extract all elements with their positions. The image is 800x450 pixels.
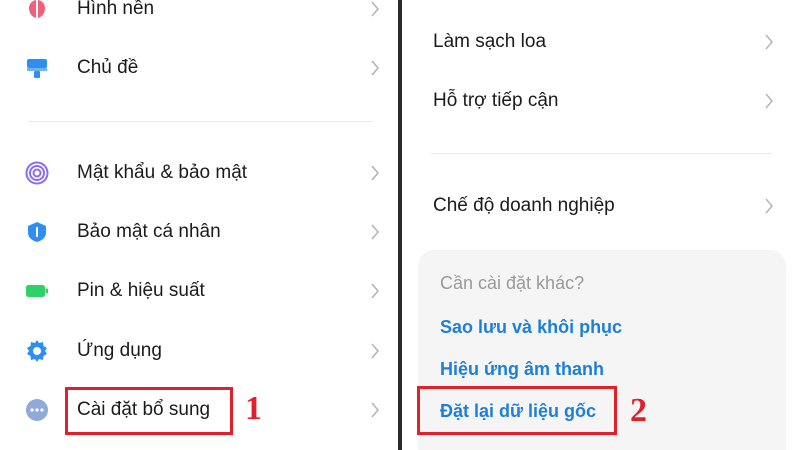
wallpaper-icon: [29, 0, 45, 18]
menu-item-apps[interactable]: Ứng dụng: [0, 323, 398, 379]
menu-item-battery[interactable]: Pin & hiệu suất: [0, 263, 398, 319]
menu-item-wallpaper[interactable]: Hình nền: [0, 0, 398, 37]
menu-item-label: Ứng dụng: [77, 340, 162, 361]
menu-item-label: Mật khẩu & bảo mật: [77, 162, 248, 183]
menu-item-label: Làm sạch loa: [433, 31, 547, 52]
section-divider: [28, 121, 373, 122]
chevron-right-icon: [371, 343, 380, 359]
menu-item-accessibility[interactable]: Hỗ trợ tiếp cận: [402, 73, 800, 129]
menu-item-password-security[interactable]: Mật khẩu & bảo mật: [0, 145, 398, 201]
chevron-right-icon: [765, 93, 774, 109]
highlight-box-step1: [65, 387, 233, 435]
theme-brush-icon: [27, 59, 47, 78]
chevron-right-icon: [765, 198, 774, 214]
battery-icon: [26, 285, 48, 297]
more-dots-icon: [26, 399, 48, 421]
sound-effects-link[interactable]: Hiệu ứng âm thanh: [440, 359, 604, 380]
menu-item-label: Hỗ trợ tiếp cận: [433, 90, 559, 111]
chevron-right-icon: [371, 402, 380, 418]
shield-icon: [28, 222, 46, 242]
chevron-right-icon: [371, 165, 380, 181]
menu-item-label: Chế độ doanh nghiệp: [433, 195, 615, 216]
chevron-right-icon: [765, 34, 774, 50]
menu-item-label: Bảo mật cá nhân: [77, 221, 221, 242]
menu-item-theme[interactable]: Chủ đề: [0, 40, 398, 96]
step-number-2: 2: [630, 392, 647, 429]
highlight-box-step2: [417, 386, 617, 435]
section-divider: [430, 153, 772, 154]
chevron-right-icon: [371, 283, 380, 299]
other-settings-title: Cần cài đặt khác?: [440, 273, 585, 293]
menu-item-enterprise-mode[interactable]: Chế độ doanh nghiệp: [402, 178, 800, 234]
chevron-right-icon: [371, 224, 380, 240]
menu-item-privacy[interactable]: Bảo mật cá nhân: [0, 204, 398, 260]
chevron-right-icon: [371, 60, 380, 76]
right-settings-panel: Làm sạch loa Hỗ trợ tiếp cận Chế độ doan…: [402, 0, 800, 450]
menu-item-label: Pin & hiệu suất: [77, 280, 205, 301]
chevron-right-icon: [371, 1, 380, 17]
menu-item-label: Hình nền: [77, 0, 155, 19]
step-number-1: 1: [245, 390, 262, 427]
backup-restore-link[interactable]: Sao lưu và khôi phục: [440, 317, 622, 338]
left-settings-panel: Hình nền Chủ đề Mật khẩu & bảo mật Bảo m…: [0, 0, 398, 450]
gear-icon: [27, 340, 47, 362]
menu-item-speaker-cleaning[interactable]: Làm sạch loa: [402, 14, 800, 70]
menu-item-label: Chủ đề: [77, 57, 139, 78]
fingerprint-icon: [25, 161, 49, 185]
